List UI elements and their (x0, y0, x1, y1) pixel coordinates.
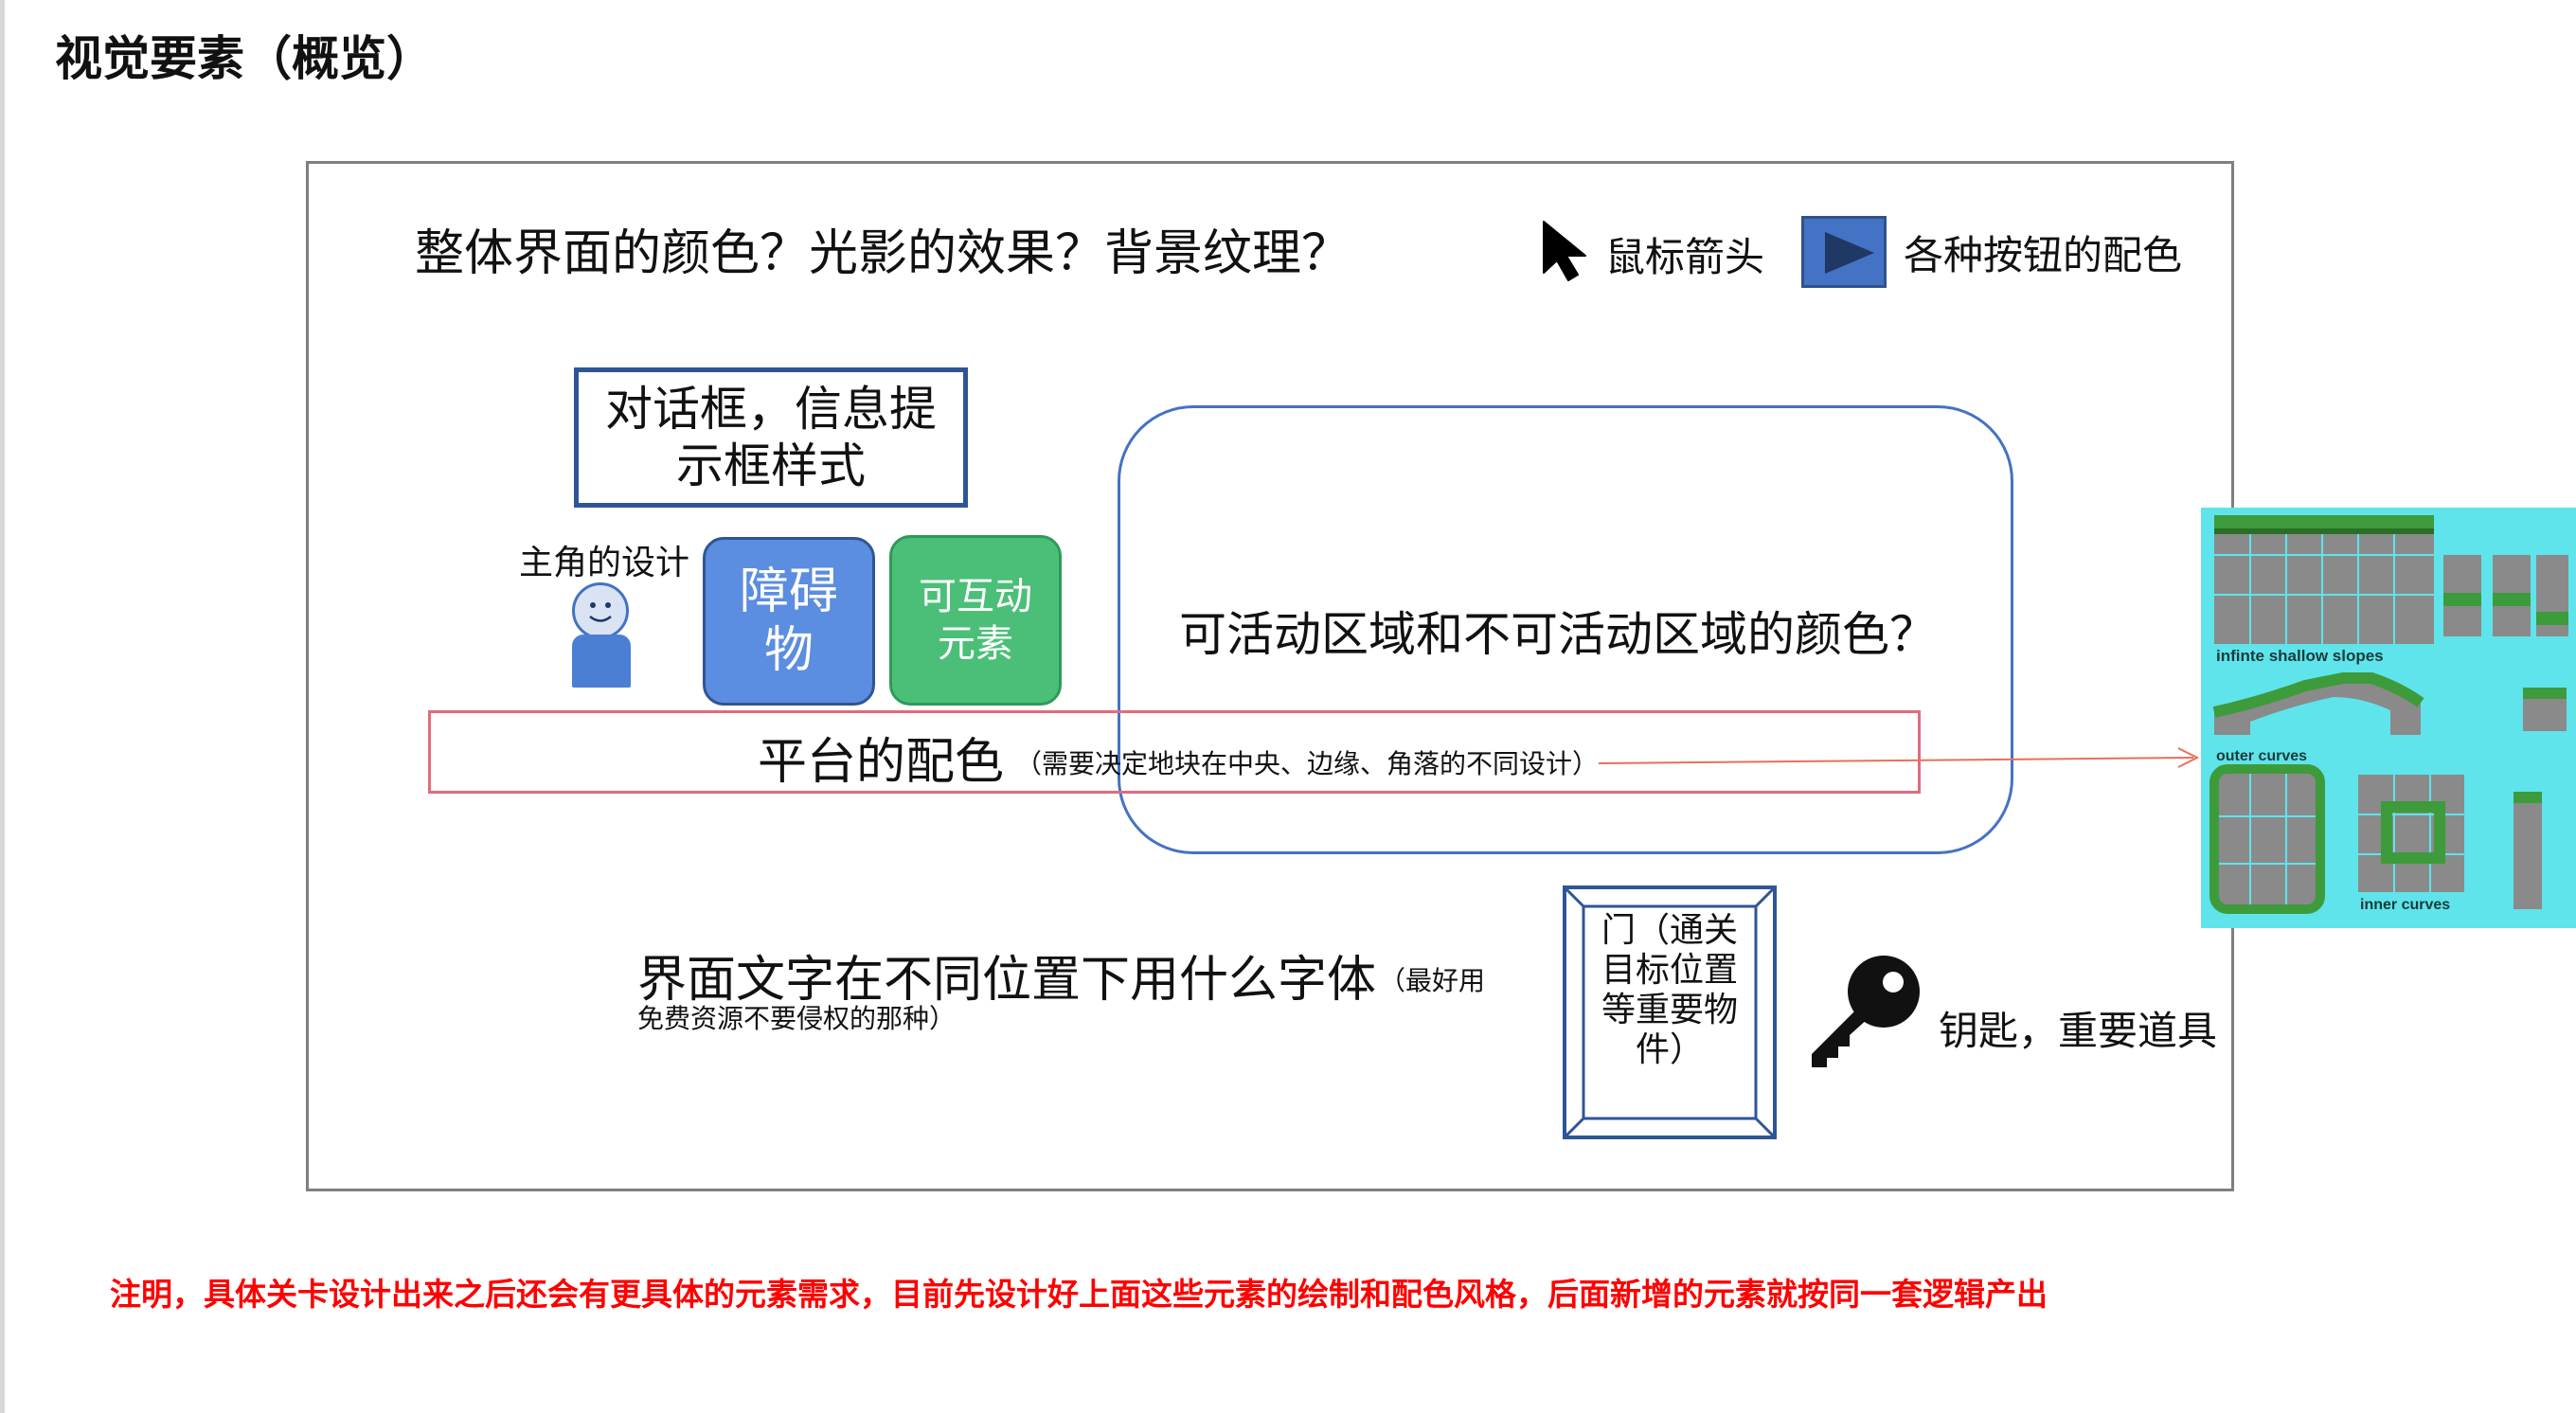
font-note-part1: （最好用 (1379, 965, 1486, 996)
platform-note: （需要决定地块在中央、边缘、角落的不同设计） (1015, 748, 1600, 779)
arrow-right-icon (1599, 747, 2200, 768)
play-button-icon (1825, 232, 1874, 274)
platform-label: 平台的配色 (758, 734, 1005, 791)
key-label: 钥匙，重要道具 (1939, 1008, 2218, 1054)
obstacle-label: 障碍物 (739, 563, 838, 679)
interactive-element-sample: 可互动元素 (889, 535, 1062, 706)
cursor-arrow-icon (1543, 221, 1586, 281)
interactive-label: 可互动元素 (919, 575, 1032, 666)
left-margin-rule (0, 0, 5, 1413)
door-label: 门（通关目标位置等重要物件） (1601, 911, 1738, 1069)
tileset-image: infinte shallow slopes outer curves inne… (2201, 508, 2576, 928)
footnote: 注明，具体关卡设计出来之后还会有更具体的元素需求，目前先设计好上面这些元素的绘制… (110, 1276, 2048, 1313)
hero-label: 主角的设计 (519, 544, 690, 582)
cursor-label: 鼠标箭头 (1605, 234, 1765, 280)
dialog-sample-box: 对话框，信息提示框样式 (574, 367, 968, 508)
button-sample (1801, 216, 1887, 288)
tileset-caption-outer: outer curves (2216, 748, 2307, 764)
dialog-label: 对话框，信息提示框样式 (605, 382, 937, 493)
overall-question: 整体界面的颜色？光影的效果？背景纹理？ (415, 225, 1351, 282)
tileset-drawing: infinte shallow slopes outer curves inne… (2209, 515, 2568, 914)
smiley-figure-icon (572, 582, 629, 639)
active-area-label: 可活动区域和不可活动区域的颜色？ (1179, 607, 1937, 662)
key-icon (1812, 956, 1920, 1067)
page-title: 视觉要素（概览） (55, 31, 434, 86)
button-label: 各种按钮的配色 (1904, 232, 2183, 278)
tileset-caption-inner: inner curves (2360, 897, 2450, 913)
obstacle-sample: 障碍物 (703, 537, 875, 706)
font-note-part2: 免费资源不要侵权的那种） (637, 1003, 957, 1034)
hero-body (572, 635, 631, 688)
tileset-caption-slopes: infinte shallow slopes (2216, 647, 2384, 665)
